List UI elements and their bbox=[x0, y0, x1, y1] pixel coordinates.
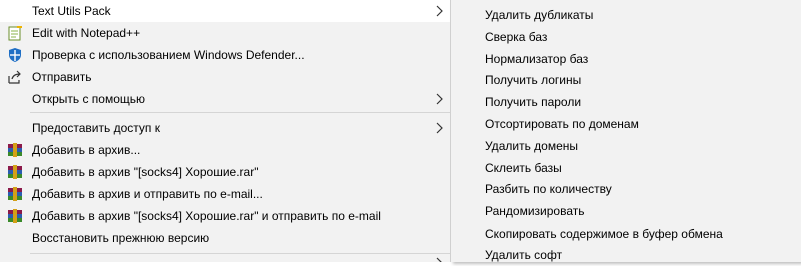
submenu-item-label: Разбить по количеству bbox=[485, 182, 612, 196]
menu-item-label: Отправить bbox=[32, 70, 92, 84]
menu-separator bbox=[30, 253, 451, 254]
submenu-item-remove-software[interactable]: Удалить софт bbox=[451, 244, 801, 266]
menu-item-label: Edit with Notepad++ bbox=[32, 26, 141, 40]
submenu-item-label: Отсортировать по доменам bbox=[485, 117, 639, 131]
submenu-item-label: Нормализатор баз bbox=[485, 52, 589, 66]
chevron-right-icon bbox=[436, 93, 443, 105]
submenu-item-remove-duplicates[interactable]: Удалить дубликаты bbox=[451, 4, 801, 26]
submenu-item-split-by-count[interactable]: Разбить по количеству bbox=[451, 178, 801, 200]
text-utils-submenu: Удалить дубликаты Сверка баз Нормализато… bbox=[451, 0, 801, 262]
menu-item-label: Восстановить прежнюю версию bbox=[32, 231, 210, 245]
menu-item-label: Добавить в архив "[socks4] Хорошие.rar" bbox=[32, 165, 259, 179]
menu-item-give-access[interactable]: Предоставить доступ к bbox=[0, 117, 451, 139]
submenu-item-copy-to-clipboard[interactable]: Скопировать содержимое в буфер обмена bbox=[451, 223, 801, 245]
menu-item-add-to-archive[interactable]: Добавить в архив... bbox=[0, 139, 451, 161]
menu-separator bbox=[30, 112, 451, 113]
menu-item-named-archive-and-email[interactable]: Добавить в архив "[socks4] Хорошие.rar" … bbox=[0, 205, 451, 227]
submenu-item-label: Удалить домены bbox=[485, 139, 578, 153]
submenu-item-label: Удалить софт bbox=[485, 248, 563, 262]
winrar-icon bbox=[8, 187, 22, 201]
context-menu: Text Utils Pack Edit with Notepad++ Пров… bbox=[0, 0, 451, 262]
menu-item-share[interactable]: Отправить bbox=[0, 66, 451, 88]
submenu-item-label: Склеить базы bbox=[485, 161, 562, 175]
menu-item-label: Добавить в архив... bbox=[32, 143, 141, 157]
menu-item-label: Проверка с использованием Windows Defend… bbox=[32, 48, 305, 62]
submenu-item-label: Получить логины bbox=[485, 73, 582, 87]
chevron-right-icon bbox=[436, 122, 443, 134]
winrar-icon bbox=[8, 209, 22, 223]
menu-item-label: Text Utils Pack bbox=[32, 4, 111, 18]
chevron-right-icon bbox=[436, 5, 443, 17]
notepad-plus-plus-icon bbox=[8, 26, 22, 41]
submenu-item-compare-bases[interactable]: Сверка баз bbox=[451, 26, 801, 48]
menu-item-label: Открыть с помощью bbox=[32, 92, 146, 106]
submenu-item-remove-domains[interactable]: Удалить домены bbox=[451, 135, 801, 157]
menu-item-add-to-named-archive[interactable]: Добавить в архив "[socks4] Хорошие.rar" bbox=[0, 161, 451, 183]
menu-item-label: Добавить в архив и отправить по e-mail..… bbox=[32, 187, 263, 201]
submenu-item-merge-bases[interactable]: Склеить базы bbox=[451, 157, 801, 179]
menu-item-restore-previous-version[interactable]: Восстановить прежнюю версию bbox=[0, 227, 451, 249]
winrar-icon bbox=[8, 165, 22, 179]
menu-item-archive-and-email[interactable]: Добавить в архив и отправить по e-mail..… bbox=[0, 183, 451, 205]
menu-item-edit-notepad[interactable]: Edit with Notepad++ bbox=[0, 22, 451, 44]
submenu-item-label: Сверка баз bbox=[485, 30, 548, 44]
submenu-item-randomize[interactable]: Рандомизировать bbox=[451, 200, 801, 222]
submenu-item-sort-by-domains[interactable]: Отсортировать по доменам bbox=[451, 113, 801, 135]
chevron-right-icon bbox=[436, 257, 442, 262]
winrar-icon bbox=[8, 143, 22, 157]
submenu-item-label: Скопировать содержимое в буфер обмена bbox=[485, 227, 723, 241]
submenu-item-label: Рандомизировать bbox=[485, 204, 585, 218]
menu-item-label: Добавить в архив "[socks4] Хорошие.rar" … bbox=[32, 209, 381, 223]
menu-item-label: Предоставить доступ к bbox=[32, 121, 160, 135]
submenu-item-get-passwords[interactable]: Получить пароли bbox=[451, 91, 801, 113]
submenu-item-get-logins[interactable]: Получить логины bbox=[451, 69, 801, 91]
submenu-item-normalize-bases[interactable]: Нормализатор баз bbox=[451, 48, 801, 70]
submenu-item-label: Получить пароли bbox=[485, 95, 582, 109]
share-icon bbox=[8, 70, 21, 84]
menu-item-defender-scan[interactable]: Проверка с использованием Windows Defend… bbox=[0, 44, 451, 66]
submenu-item-label: Удалить дубликаты bbox=[485, 8, 594, 22]
menu-item-open-with[interactable]: Открыть с помощью bbox=[0, 88, 451, 110]
windows-defender-icon bbox=[9, 48, 21, 62]
menu-item-text-utils-pack[interactable]: Text Utils Pack bbox=[0, 0, 451, 22]
